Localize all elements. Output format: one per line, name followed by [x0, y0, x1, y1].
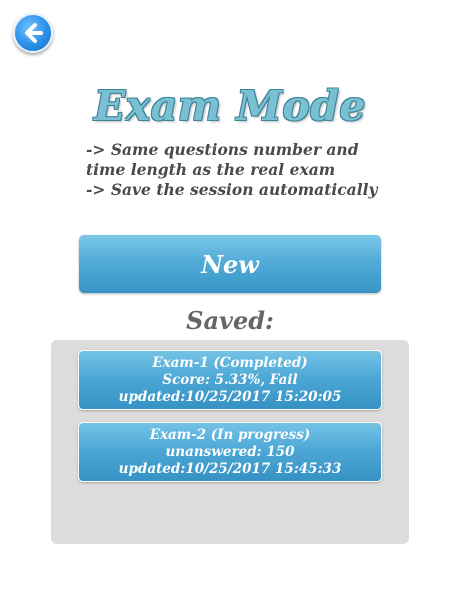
session-status: unanswered: 150: [165, 443, 295, 460]
session-name: Exam-1 (Completed): [152, 354, 308, 371]
session-updated: updated:10/25/2017 15:45:33: [118, 460, 342, 477]
saved-sessions-panel: Exam-1 (Completed) Score: 5.33%, Fail up…: [51, 340, 409, 544]
session-name: Exam-2 (In progress): [149, 426, 311, 443]
arrow-left-icon: [25, 23, 43, 43]
description-line: -> Save the session automatically: [86, 180, 378, 199]
saved-session-exam-2[interactable]: Exam-2 (In progress) unanswered: 150 upd…: [78, 422, 382, 482]
mode-description: -> Same questions number and time length…: [86, 140, 416, 200]
description-line: time length as the real exam: [86, 160, 336, 179]
saved-session-exam-1[interactable]: Exam-1 (Completed) Score: 5.33%, Fail up…: [78, 350, 382, 410]
saved-heading: Saved:: [186, 306, 274, 335]
session-updated: updated:10/25/2017 15:20:05: [118, 388, 342, 405]
page-title: Exam Mode: [94, 82, 366, 130]
description-line: -> Same questions number and: [86, 140, 359, 159]
session-status: Score: 5.33%, Fail: [162, 371, 298, 388]
back-button[interactable]: [13, 13, 53, 53]
new-exam-button[interactable]: New: [79, 235, 381, 293]
